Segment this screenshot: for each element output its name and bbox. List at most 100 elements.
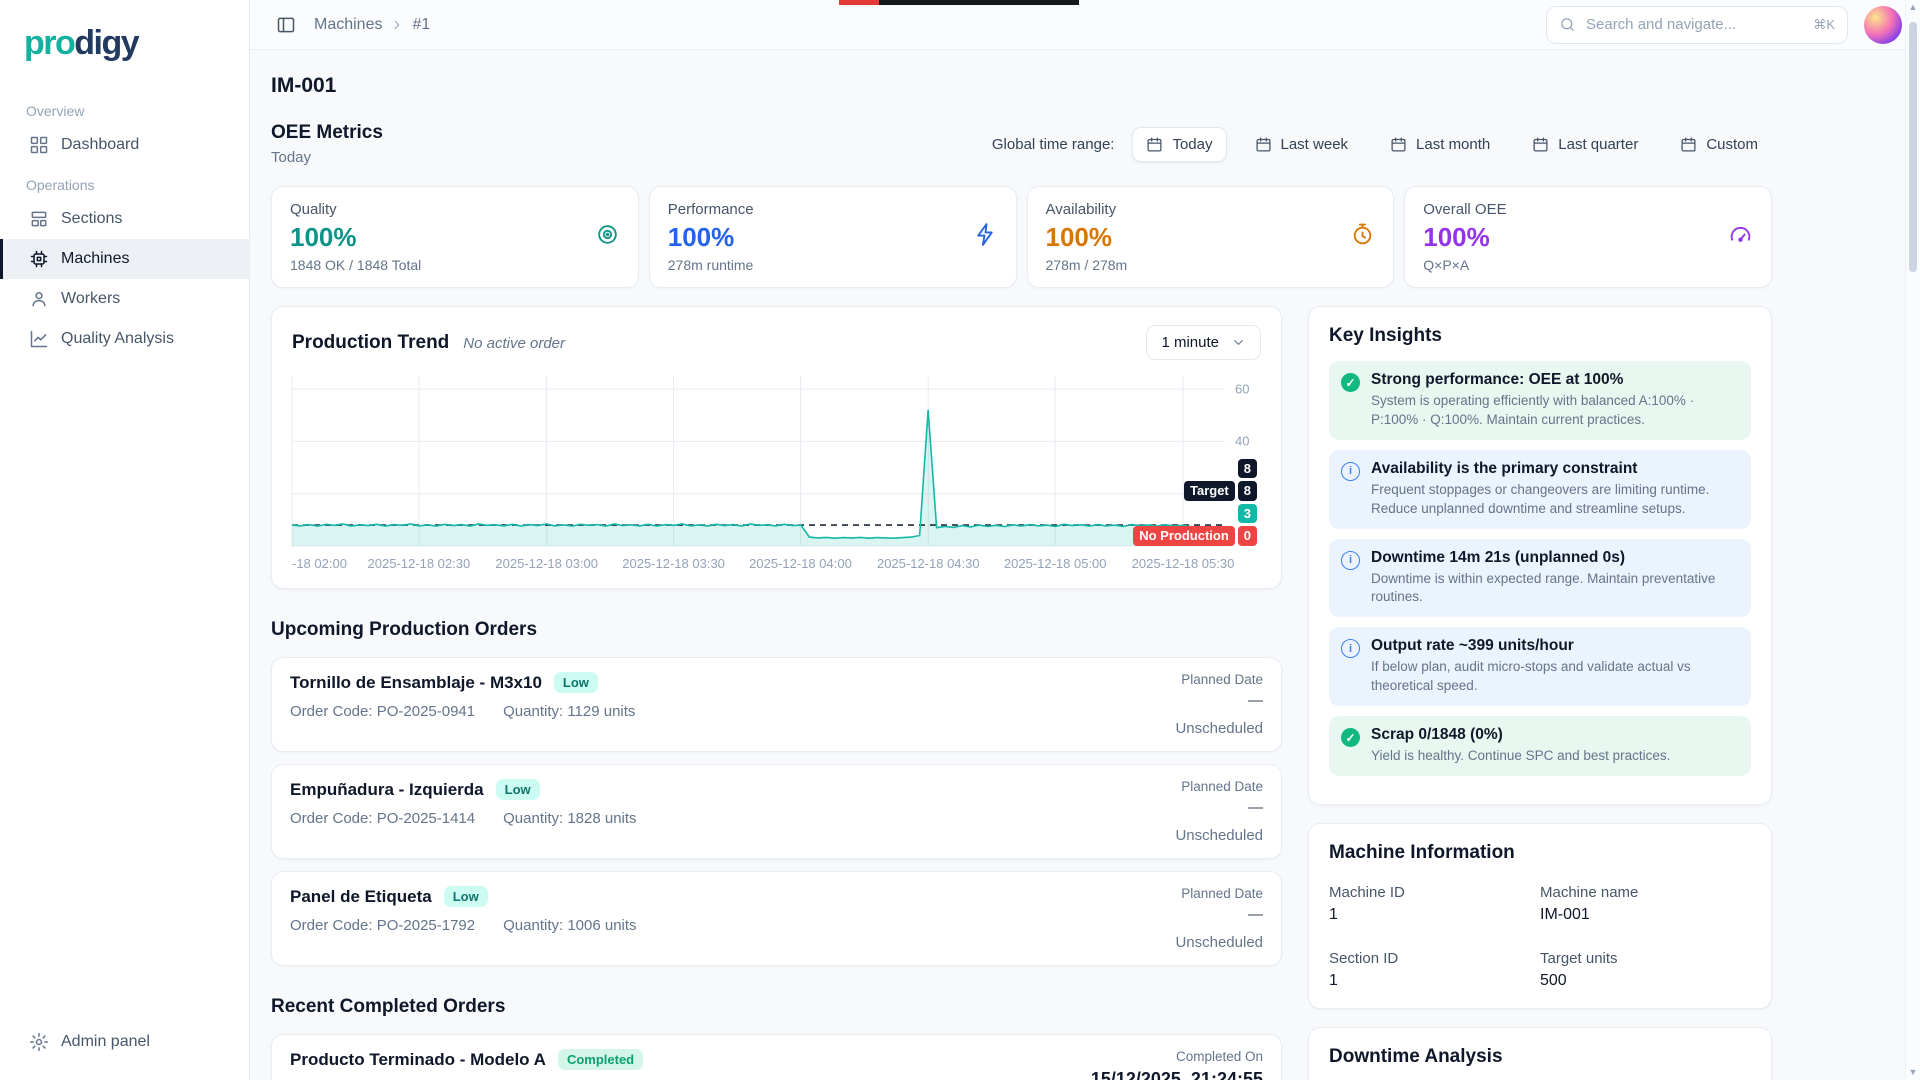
info-circle-icon: i: [1341, 462, 1360, 481]
topbar: Machines #1 ⌘K: [250, 0, 1920, 50]
scroll-up-arrow[interactable]: ▲: [1909, 3, 1918, 12]
x-axis-label: 2025-12-18 02:30: [368, 556, 471, 571]
sidebar-item-sections[interactable]: Sections: [0, 199, 249, 239]
metric-value: 100%: [1046, 222, 1376, 253]
time-range-button-label: Last quarter: [1558, 136, 1638, 153]
x-axis-label: 2025-12-18 04:30: [877, 556, 980, 571]
interval-select[interactable]: 1 minute: [1146, 325, 1261, 360]
chevron-down-icon: [1231, 335, 1246, 350]
performance-metric-card: Performance 100% 278m runtime: [649, 186, 1017, 288]
page-title: IM-001: [271, 74, 1772, 98]
sidebar-item-label: Machines: [61, 250, 129, 268]
metric-subtext: 278m / 278m: [1046, 257, 1376, 273]
machine-information-card: Machine Information Machine ID 1 Machine…: [1308, 823, 1772, 1009]
sidebar-group-overview: Overview: [0, 91, 249, 125]
order-card[interactable]: Empuñadura - Izquierda Low Order Code: P…: [271, 764, 1282, 859]
planned-date-label: Planned Date: [1181, 886, 1263, 901]
user-avatar[interactable]: [1864, 6, 1902, 44]
time-range-group: Global time range: Today Last week Last …: [992, 127, 1772, 162]
y-axis-label: 60: [1235, 382, 1249, 397]
order-card[interactable]: Tornillo de Ensamblaje - M3x10 Low Order…: [271, 657, 1282, 752]
insight-title: Output rate ~399 units/hour: [1371, 637, 1739, 655]
field-label: Machine ID: [1329, 884, 1540, 901]
completed-badge: Completed: [558, 1049, 643, 1070]
calendar-icon: [1532, 136, 1549, 153]
availability-metric-card: Availability 100% 278m / 278m: [1027, 186, 1395, 288]
completed-on-label: Completed On: [1176, 1049, 1263, 1064]
x-axis: -18 02:002025-12-18 02:302025-12-18 03:0…: [292, 552, 1225, 576]
insight-title: Availability is the primary constraint: [1371, 460, 1739, 478]
insight-title: Scrap 0/1848 (0%): [1371, 726, 1670, 744]
order-card[interactable]: Panel de Etiqueta Low Order Code: PO-202…: [271, 871, 1282, 966]
time-range-label: Global time range:: [992, 136, 1115, 153]
insight-item: i Output rate ~399 units/hour If below p…: [1329, 627, 1751, 706]
time-range-last-week[interactable]: Last week: [1241, 127, 1363, 162]
insight-description: System is operating efficiently with bal…: [1371, 392, 1739, 430]
recent-completed-heading: Recent Completed Orders: [271, 996, 1282, 1018]
downtime-analysis-card: Downtime Analysis No work order 30m: [1308, 1027, 1772, 1080]
search-shortcut: ⌘K: [1813, 17, 1835, 33]
sidebar-group-operations: Operations: [0, 165, 249, 199]
completed-order-card[interactable]: Producto Terminado - Modelo A Completed …: [271, 1034, 1282, 1080]
breadcrumb-machines[interactable]: Machines: [314, 16, 382, 34]
time-range-button-label: Today: [1172, 136, 1212, 153]
check-circle-icon: ✓: [1341, 728, 1360, 747]
machine-info-field: Machine name IM-001: [1540, 884, 1751, 924]
oee-metrics-subtitle: Today: [271, 149, 383, 166]
sections-icon: [29, 209, 49, 229]
sidebar-toggle-button[interactable]: [276, 15, 296, 35]
sidebar-item-machines[interactable]: Machines: [0, 239, 249, 279]
sidebar-item-dashboard[interactable]: Dashboard: [0, 125, 249, 165]
order-name: Panel de Etiqueta: [290, 887, 432, 907]
app-root: prodigy Overview Dashboard Operations Se…: [0, 0, 1920, 1080]
overall-oee-metric-card: Overall OEE 100% Q×P×A: [1404, 186, 1772, 288]
production-trend-title: Production Trend: [292, 332, 449, 354]
no-active-order-note: No active order: [463, 335, 565, 352]
search-box[interactable]: ⌘K: [1546, 6, 1848, 44]
sidebar-item-label: Workers: [61, 290, 120, 308]
sidebar: prodigy Overview Dashboard Operations Se…: [0, 0, 250, 1080]
scrollbar[interactable]: ▲ ▼: [1905, 0, 1920, 1080]
trend-chart: 8 Target 8 3 No Production 0: [292, 376, 1261, 546]
sidebar-item-workers[interactable]: Workers: [0, 279, 249, 319]
metric-value: 100%: [1423, 222, 1753, 253]
sidebar-item-label: Quality Analysis: [61, 330, 174, 348]
metric-subtext: Q×P×A: [1423, 257, 1753, 273]
priority-badge: Low: [444, 886, 488, 907]
browser-media-strip: [839, 0, 1079, 5]
scrollbar-thumb[interactable]: [1909, 22, 1917, 272]
time-range-last-month[interactable]: Last month: [1376, 127, 1504, 162]
field-value: 1: [1329, 906, 1540, 924]
sidebar-item-quality-analysis[interactable]: Quality Analysis: [0, 319, 249, 359]
order-code: Order Code: PO-2025-1792: [290, 917, 475, 934]
search-input[interactable]: [1586, 16, 1803, 33]
field-label: Target units: [1540, 950, 1751, 967]
insight-item: ✓ Strong performance: OEE at 100% System…: [1329, 361, 1751, 440]
time-range-custom[interactable]: Custom: [1666, 127, 1772, 162]
left-column: Production Trend No active order 1 minut…: [271, 306, 1282, 1080]
sidebar-item-label: Admin panel: [61, 1033, 150, 1051]
scroll-down-arrow[interactable]: ▼: [1909, 1068, 1918, 1077]
time-range-today[interactable]: Today: [1132, 127, 1226, 162]
top-value-badge: 8: [1238, 459, 1257, 479]
order-status: Unscheduled: [1175, 934, 1263, 951]
time-range-last-quarter[interactable]: Last quarter: [1518, 127, 1652, 162]
calendar-icon: [1390, 136, 1407, 153]
sidebar-item-admin-panel[interactable]: Admin panel: [0, 1022, 249, 1062]
gauge-icon: [1728, 222, 1753, 252]
metric-label: Quality: [290, 201, 620, 218]
logo-text-primary: pro: [24, 24, 74, 62]
main-area: Machines #1 ⌘K IM-001 OEE Metrics: [250, 0, 1920, 1080]
time-range-button-label: Custom: [1706, 136, 1758, 153]
lightning-icon: [973, 222, 998, 252]
current-value-badge: 3: [1238, 504, 1257, 524]
upcoming-orders-heading: Upcoming Production Orders: [271, 619, 1282, 641]
x-axis-label: 2025-12-18 03:30: [622, 556, 725, 571]
workers-icon: [29, 289, 49, 309]
order-status: Unscheduled: [1175, 827, 1263, 844]
calendar-icon: [1146, 136, 1163, 153]
order-quantity: Quantity: 1006 units: [503, 917, 636, 934]
oee-metrics-heading: OEE Metrics: [271, 122, 383, 144]
machine-info-field: Section ID 1: [1329, 950, 1540, 990]
field-value: 1: [1329, 972, 1540, 990]
